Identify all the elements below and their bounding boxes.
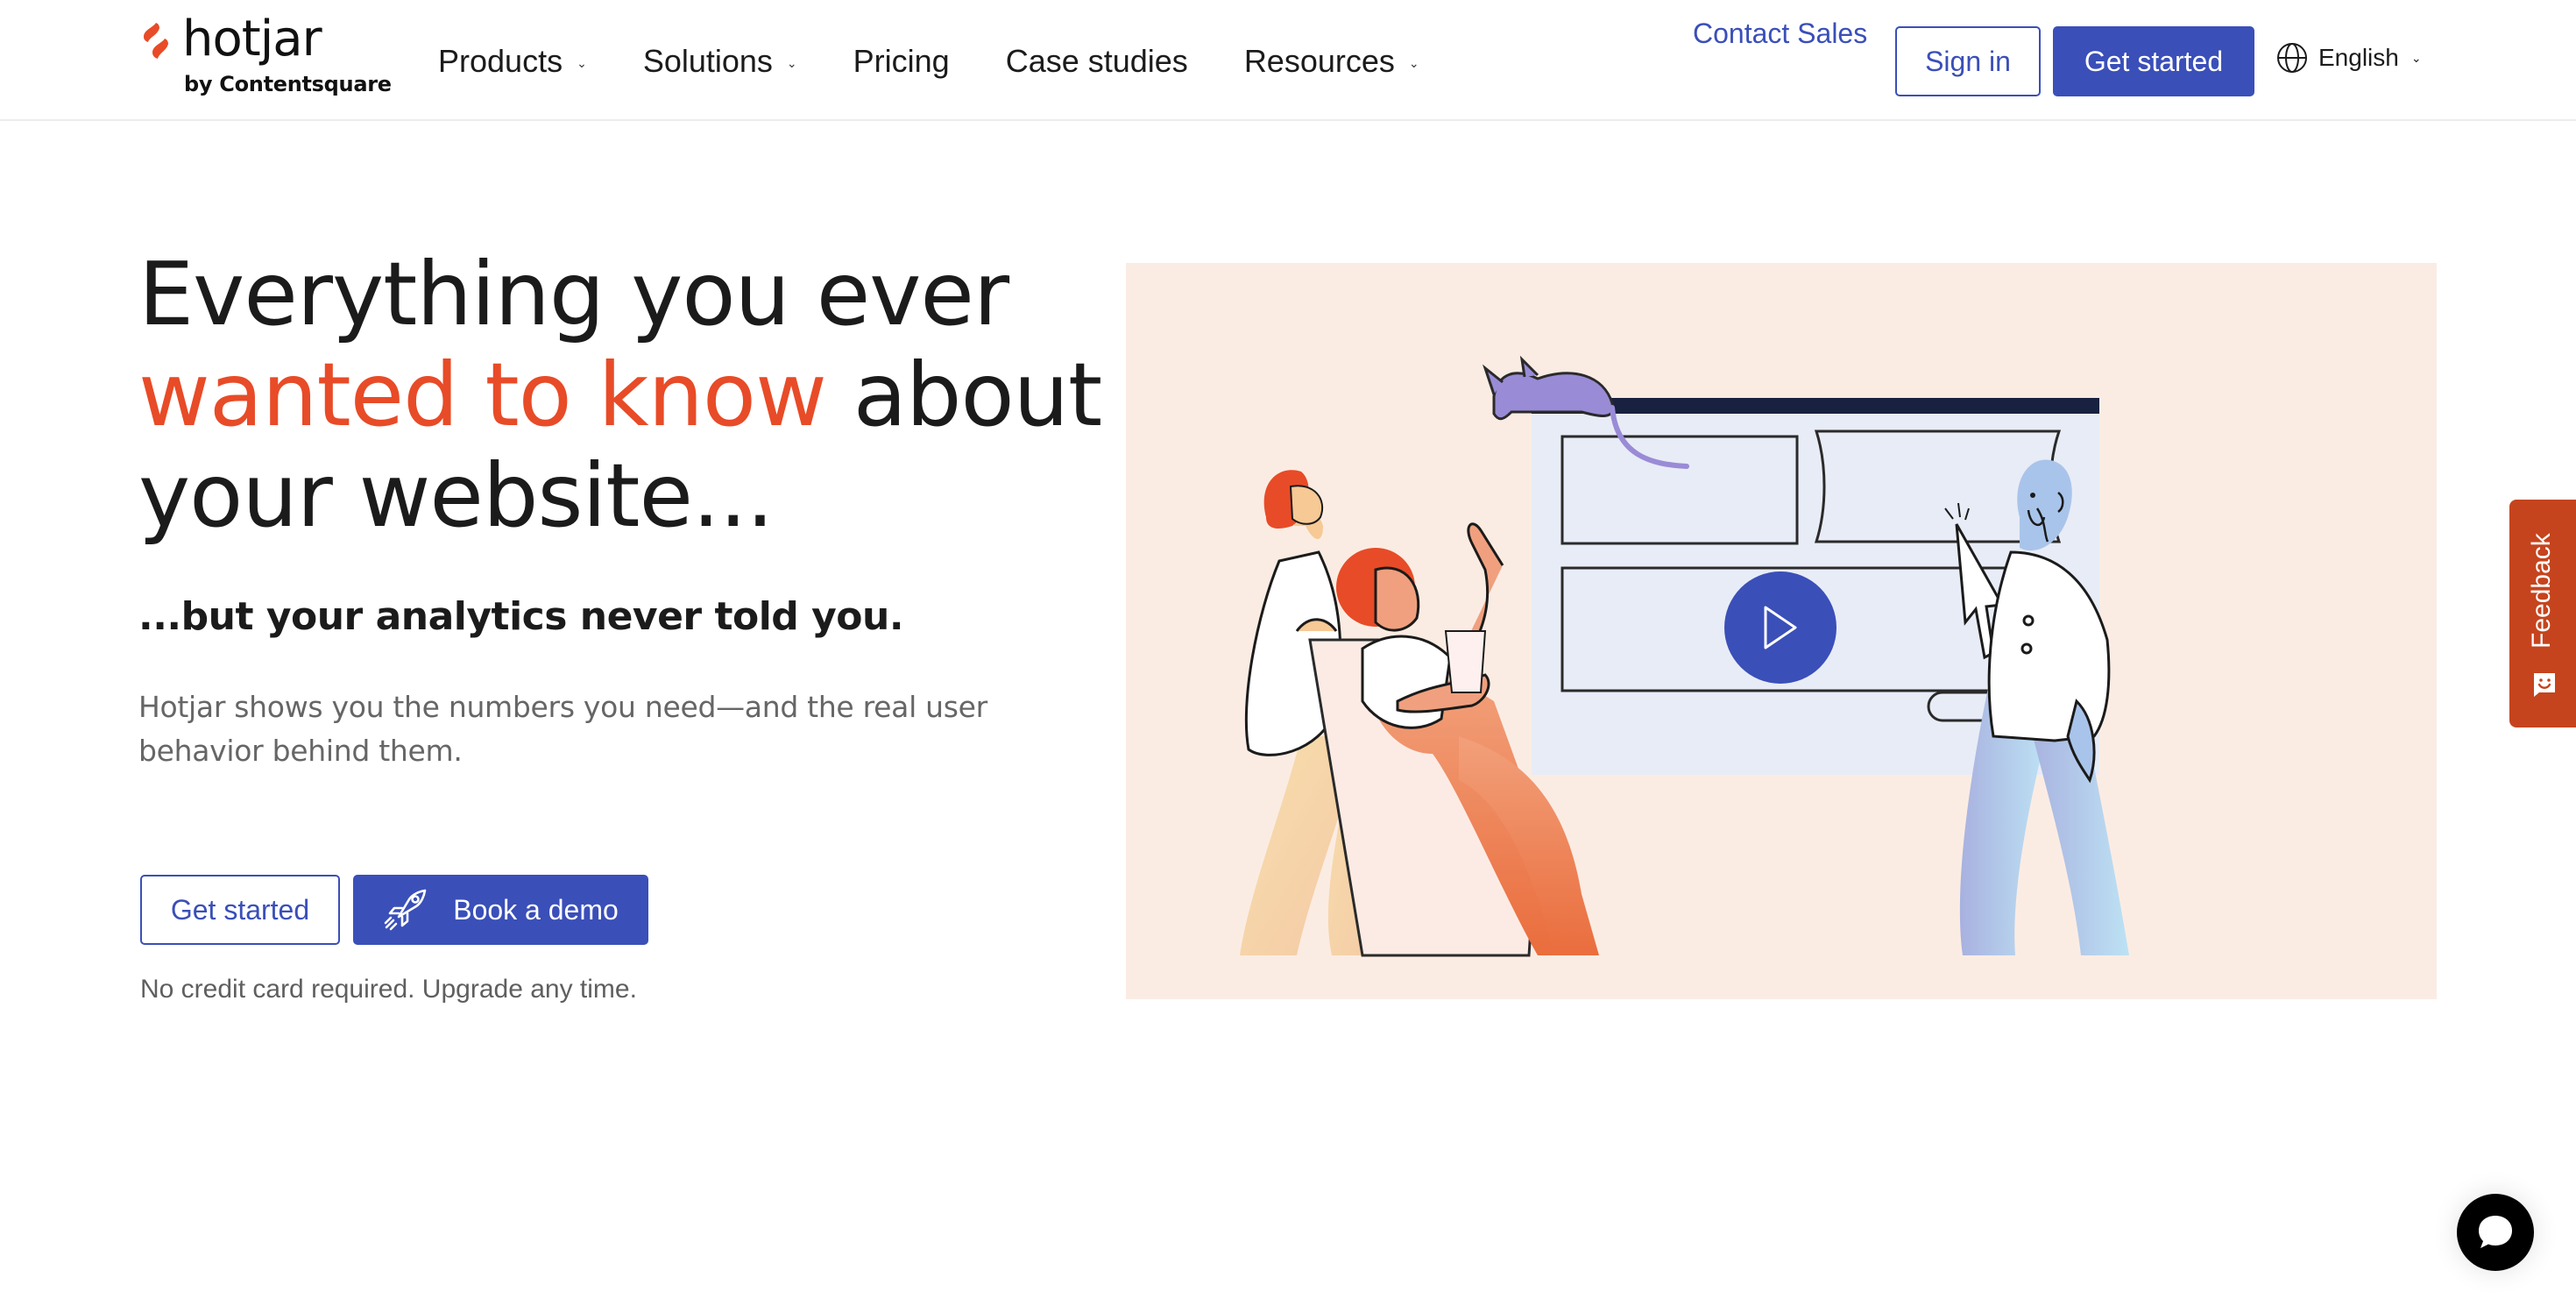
language-selector[interactable]: English ⌄ bbox=[2276, 42, 2422, 74]
menu-item-solutions[interactable]: Solutions ⌄ bbox=[643, 43, 797, 80]
main-menu: Products ⌄ Solutions ⌄ Pricing Case stud… bbox=[438, 35, 1476, 88]
menu-item-pricing[interactable]: Pricing bbox=[853, 43, 950, 80]
hero-get-started-button[interactable]: Get started bbox=[140, 875, 340, 945]
headline-accent: wanted to know bbox=[138, 344, 827, 446]
menu-label: Pricing bbox=[853, 43, 950, 79]
feedback-tab[interactable]: Feedback bbox=[2509, 500, 2576, 727]
chat-bubble-icon bbox=[2479, 1216, 2512, 1248]
logo-wordmark: hotjar bbox=[182, 11, 322, 67]
chevron-down-icon: ⌄ bbox=[577, 55, 587, 70]
globe-icon bbox=[2277, 43, 2307, 73]
hotjar-logo[interactable]: hotjar by Contentsquare bbox=[138, 11, 393, 103]
no-credit-card-note: No credit card required. Upgrade any tim… bbox=[140, 975, 637, 1004]
menu-item-resources[interactable]: Resources ⌄ bbox=[1244, 43, 1419, 80]
menu-item-products[interactable]: Products ⌄ bbox=[438, 43, 587, 80]
get-started-nav-button[interactable]: Get started bbox=[2053, 26, 2254, 96]
rocket-icon bbox=[384, 889, 427, 931]
menu-label: Solutions bbox=[642, 43, 773, 79]
chevron-down-icon: ⌄ bbox=[1408, 55, 1419, 70]
language-label: English bbox=[2318, 44, 2399, 71]
menu-label: Products bbox=[438, 43, 563, 79]
sign-in-button[interactable]: Sign in bbox=[1895, 26, 2041, 96]
menu-label: Resources bbox=[1243, 43, 1395, 79]
hero-headline: Everything you ever wanted to know about… bbox=[138, 244, 1102, 546]
menu-label: Case studies bbox=[1005, 43, 1188, 79]
book-demo-label: Book a demo bbox=[453, 893, 619, 926]
chat-widget-button[interactable] bbox=[2457, 1194, 2534, 1271]
chevron-down-icon: ⌄ bbox=[2410, 50, 2422, 65]
hotjar-mark-icon bbox=[144, 23, 168, 59]
logo-byline: by Contentsquare bbox=[184, 72, 392, 96]
menu-item-case-studies[interactable]: Case studies bbox=[1006, 43, 1188, 80]
contact-sales-link[interactable]: Contact Sales bbox=[1693, 18, 1867, 50]
hero-subheading: ...but your analytics never told you. bbox=[138, 594, 904, 639]
play-icon bbox=[1764, 606, 1797, 649]
feedback-label: Feedback bbox=[2527, 533, 2556, 649]
headline-part-1: Everything you ever bbox=[138, 243, 1009, 345]
hero-description: Hotjar shows you the numbers you need—an… bbox=[138, 690, 987, 768]
chevron-down-icon: ⌄ bbox=[786, 55, 797, 70]
book-demo-button[interactable]: Book a demo bbox=[353, 875, 648, 945]
play-video-button[interactable] bbox=[1724, 571, 1836, 684]
smiley-speech-icon bbox=[2534, 673, 2555, 697]
top-nav: hotjar by Contentsquare Products ⌄ Solut… bbox=[0, 0, 2576, 121]
